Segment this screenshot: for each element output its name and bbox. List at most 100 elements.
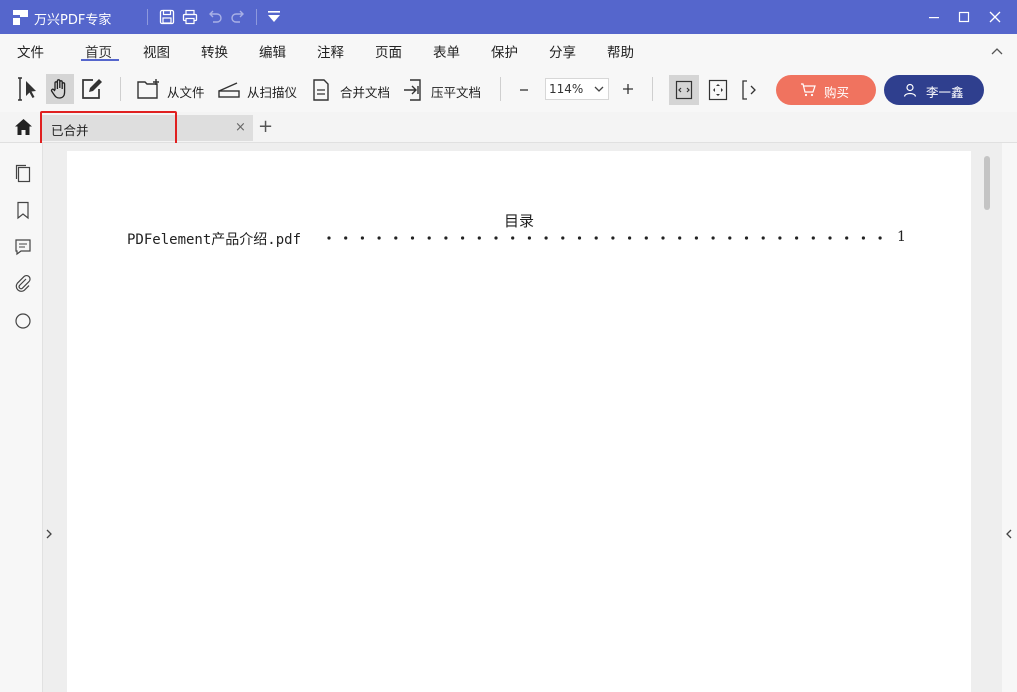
new-tab-icon[interactable]: + <box>258 116 273 137</box>
menu-form[interactable]: 表单 <box>433 41 460 61</box>
attachment-icon[interactable] <box>13 274 33 294</box>
menu-page[interactable]: 页面 <box>375 41 402 61</box>
document-viewport[interactable]: 目录 PDFelement产品介绍.pdf 1 <box>55 143 1002 692</box>
bookmark-icon[interactable] <box>13 200 33 220</box>
leader-dot <box>761 236 765 240</box>
leader-dot <box>494 236 498 240</box>
leader-dot <box>744 236 749 240</box>
merge-docs-icon[interactable] <box>311 78 331 102</box>
leader-dot <box>461 236 465 240</box>
zoom-in-icon[interactable] <box>622 83 634 95</box>
from-scanner-label[interactable]: 从扫描仪 <box>247 82 297 101</box>
zoom-select[interactable]: 114% <box>545 78 609 100</box>
toolbar-divider <box>120 77 121 101</box>
chevron-down-icon <box>594 86 604 92</box>
leader-dot <box>477 236 481 240</box>
user-name-label: 李一鑫 <box>926 85 964 100</box>
select-tool-icon[interactable] <box>16 76 40 102</box>
zoom-out-icon[interactable] <box>518 84 530 96</box>
user-account-button[interactable]: 李一鑫 <box>884 75 984 105</box>
menu-comment[interactable]: 注释 <box>317 41 344 61</box>
buy-button[interactable]: 购买 <box>776 75 876 105</box>
fit-width-button[interactable] <box>669 75 699 105</box>
leader-dot <box>427 236 431 240</box>
edit-tool-icon[interactable] <box>80 77 104 101</box>
merge-docs-label[interactable]: 合并文档 <box>340 82 390 101</box>
leader-dot <box>344 236 348 240</box>
menu-home[interactable]: 首页 <box>85 41 112 61</box>
menu-protect[interactable]: 保护 <box>491 41 518 61</box>
scanner-icon[interactable] <box>217 79 241 99</box>
menu-share[interactable]: 分享 <box>549 41 576 61</box>
leader-dot <box>511 236 515 240</box>
thumbnails-icon[interactable] <box>13 163 33 183</box>
home-icon[interactable] <box>14 118 33 136</box>
print-icon[interactable] <box>181 8 199 26</box>
menu-convert[interactable]: 转换 <box>201 41 228 61</box>
minimize-icon[interactable] <box>924 7 944 27</box>
left-sidebar <box>0 143 43 692</box>
leader-dot <box>678 236 682 240</box>
leader-dot <box>444 236 448 240</box>
app-title: 万兴PDF专家 <box>34 13 112 28</box>
search-icon[interactable] <box>13 311 33 331</box>
from-file-label[interactable]: 从文件 <box>167 82 205 101</box>
hand-tool-button[interactable] <box>46 74 74 104</box>
comment-icon[interactable] <box>13 237 33 257</box>
close-icon[interactable] <box>985 7 1005 27</box>
fit-page-icon[interactable] <box>708 79 728 101</box>
maximize-icon[interactable] <box>954 7 974 27</box>
user-icon <box>903 83 917 97</box>
leader-dot <box>394 236 398 240</box>
menu-bar: 文件 首页 视图 转换 编辑 注释 页面 表单 保护 分享 帮助 <box>0 34 1017 66</box>
leader-dot <box>611 236 615 240</box>
menu-view[interactable]: 视图 <box>143 41 170 61</box>
leader-dot <box>828 236 832 240</box>
toolbar: 从文件 从扫描仪 合并文档 压平文档 114% 购买 李一鑫 <box>0 66 1017 112</box>
customize-dropdown-icon[interactable] <box>265 8 283 26</box>
chevron-left-icon <box>1006 529 1012 539</box>
collapse-ribbon-icon[interactable] <box>990 46 1004 56</box>
leader-dot <box>327 236 331 240</box>
menu-edit[interactable]: 编辑 <box>259 41 286 61</box>
right-panel-toggle[interactable] <box>1002 143 1017 692</box>
redo-icon[interactable] <box>229 8 247 26</box>
vertical-scrollbar[interactable] <box>984 156 990 210</box>
flatten-doc-icon[interactable] <box>402 78 424 102</box>
toc-leader-dots <box>327 236 882 240</box>
hand-tool-icon <box>50 79 66 99</box>
active-menu-indicator <box>81 59 119 61</box>
title-divider <box>147 9 148 25</box>
leader-dot <box>544 236 548 240</box>
save-icon[interactable] <box>158 8 176 26</box>
title-divider <box>256 9 257 25</box>
title-bar: 万兴PDF专家 <box>0 0 1017 34</box>
undo-icon[interactable] <box>206 8 224 26</box>
more-tools-icon[interactable] <box>741 79 759 101</box>
left-panel-toggle[interactable] <box>43 143 55 692</box>
toc-entry-page-number: 1 <box>897 229 906 245</box>
leader-dot <box>527 236 531 240</box>
zoom-value: 114% <box>549 82 584 96</box>
leader-dot <box>778 236 782 240</box>
tab-close-icon[interactable]: × <box>235 120 246 135</box>
app-logo-icon <box>13 10 28 25</box>
leader-dot <box>878 236 882 240</box>
leader-dot <box>410 236 415 240</box>
leader-dot <box>845 236 849 240</box>
leader-dot <box>644 236 648 240</box>
leader-dot <box>377 236 381 240</box>
menu-help[interactable]: 帮助 <box>607 41 634 61</box>
menu-file[interactable]: 文件 <box>17 41 44 61</box>
leader-dot <box>628 236 632 240</box>
flatten-doc-label[interactable]: 压平文档 <box>431 82 481 101</box>
toolbar-divider <box>652 77 653 101</box>
buy-label: 购买 <box>824 85 850 100</box>
leader-dot <box>360 236 364 240</box>
toc-title: 目录 <box>504 212 535 230</box>
toc-entry-link[interactable]: PDFelement产品介绍.pdf <box>127 229 301 249</box>
toolbar-divider <box>500 77 501 101</box>
leader-dot <box>561 236 565 240</box>
create-from-file-icon[interactable] <box>136 78 162 100</box>
leader-dot <box>811 236 815 240</box>
